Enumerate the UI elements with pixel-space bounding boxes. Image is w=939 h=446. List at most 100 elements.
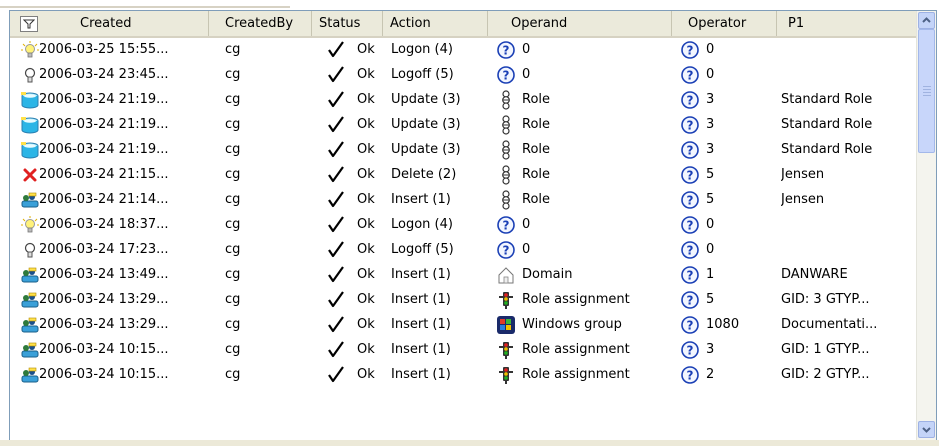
table-row[interactable]: 2006-03-24 10:15... cg Ok Insert (1) Role as… <box>10 363 916 387</box>
top-strip <box>0 0 939 10</box>
table-row[interactable]: 2006-03-24 13:29... cg Ok Insert (1) Role as… <box>10 288 916 312</box>
filter-button[interactable] <box>20 16 38 32</box>
table-row[interactable]: 2006-03-24 13:49... cg Ok Insert (1) Domain?… <box>10 263 916 287</box>
created-cell: 2006-03-24 21:19... <box>39 117 169 132</box>
bottom-border <box>0 440 939 446</box>
createdby-cell: cg <box>225 42 241 57</box>
question-icon: ? <box>680 265 700 285</box>
question-icon: ? <box>496 215 516 235</box>
check-icon <box>326 65 346 85</box>
svg-text:?: ? <box>687 269 694 283</box>
role-icon <box>496 190 516 210</box>
column-created-label: Created <box>80 16 132 31</box>
operand-cell: Windows group <box>522 317 622 332</box>
p1-cell: GID: 3 GTYP... <box>781 292 870 307</box>
check-icon <box>326 365 346 385</box>
created-cell: 2006-03-24 17:23... <box>39 242 169 257</box>
column-action-label: Action <box>390 16 431 31</box>
svg-text:?: ? <box>687 294 694 308</box>
operand-cell: Role <box>522 92 551 107</box>
bulb-lit-icon <box>20 215 40 235</box>
status-cell: Ok <box>357 117 375 132</box>
table-row[interactable]: 2006-03-24 21:15... cg Ok Delete (2) Role? 5 J… <box>10 163 916 187</box>
column-created[interactable]: Created <box>10 11 209 36</box>
column-p1[interactable]: P1 <box>777 11 916 36</box>
vertical-scrollbar[interactable] <box>916 11 936 441</box>
scroll-down-button[interactable] <box>918 421 935 438</box>
bulb-off-icon <box>20 240 40 260</box>
check-icon <box>326 115 346 135</box>
column-action[interactable]: Action <box>383 11 488 36</box>
column-createdby[interactable]: CreatedBy <box>209 11 312 36</box>
svg-text:?: ? <box>503 44 510 58</box>
column-status[interactable]: Status <box>312 11 383 36</box>
operand-cell: 0 <box>522 67 531 82</box>
scroll-thumb[interactable] <box>918 29 935 153</box>
svg-text:?: ? <box>687 194 694 208</box>
table-row[interactable]: 2006-03-24 10:15... cg Ok Insert (1) Role as… <box>10 338 916 362</box>
createdby-cell: cg <box>225 267 241 282</box>
status-cell: Ok <box>357 367 375 382</box>
operand-cell: Role assignment <box>522 367 630 382</box>
created-cell: 2006-03-24 18:37... <box>39 217 169 232</box>
p1-cell: Standard Role <box>781 117 873 132</box>
question-icon: ? <box>680 65 700 85</box>
operand-cell: Role assignment <box>522 292 630 307</box>
table-row[interactable]: 2006-03-24 21:19... cg Ok Update (3) Role? 3 S… <box>10 138 916 162</box>
p1-cell <box>781 38 914 62</box>
question-icon: ? <box>680 365 700 385</box>
table-row[interactable]: 2006-03-24 21:19... cg Ok Update (3) Role? 3 S… <box>10 113 916 137</box>
table-row[interactable]: 2006-03-24 17:23... cg Ok Logoff (5)? 0? 0 <box>10 238 916 262</box>
operator-cell: 0 <box>706 217 715 232</box>
createdby-cell: cg <box>225 292 241 307</box>
createdby-cell: cg <box>225 117 241 132</box>
createdby-cell: cg <box>225 217 241 232</box>
scroll-up-button[interactable] <box>918 12 935 29</box>
svg-text:?: ? <box>687 94 694 108</box>
operator-cell: 1080 <box>706 317 740 332</box>
role-assignment-icon <box>496 340 516 360</box>
check-icon <box>326 215 346 235</box>
column-operator[interactable]: Operator <box>672 11 777 36</box>
column-operand[interactable]: Operand <box>488 11 672 36</box>
role-icon <box>496 115 516 135</box>
role-icon <box>496 165 516 185</box>
table-row[interactable]: 2006-03-24 18:37... cg Ok Logon (4)? 0? 0 <box>10 213 916 237</box>
operator-cell: 5 <box>706 292 715 307</box>
createdby-cell: cg <box>225 92 241 107</box>
action-cell: Logon (4) <box>391 217 453 232</box>
status-cell: Ok <box>357 42 375 57</box>
operator-cell: 5 <box>706 192 715 207</box>
table-row[interactable]: 2006-03-24 23:45... cg Ok Logoff (5)? 0? 0 <box>10 63 916 87</box>
operand-cell: 0 <box>522 217 531 232</box>
p1-cell: Documentati... <box>781 317 878 332</box>
action-cell: Insert (1) <box>391 292 451 307</box>
operator-cell: 0 <box>706 42 715 57</box>
p1-cell <box>781 238 914 262</box>
table-row[interactable]: 2006-03-25 15:55... cg Ok Logon (4)? 0? 0 <box>10 38 916 62</box>
check-icon <box>326 265 346 285</box>
status-cell: Ok <box>357 242 375 257</box>
check-icon <box>326 290 346 310</box>
svg-text:?: ? <box>687 369 694 383</box>
p1-cell: Standard Role <box>781 92 873 107</box>
status-cell: Ok <box>357 292 375 307</box>
status-cell: Ok <box>357 167 375 182</box>
table-row[interactable]: 2006-03-24 13:29... cg Ok Insert (1) Windows… <box>10 313 916 337</box>
table-row[interactable]: 2006-03-24 21:14... cg Ok Insert (1) Role? 5 J… <box>10 188 916 212</box>
role-assignment-icon <box>496 365 516 385</box>
grid-rows: 2006-03-25 15:55... cg Ok Logon (4)? 0? 0 2006… <box>10 38 916 441</box>
column-operand-label: Operand <box>511 16 568 31</box>
table-row[interactable]: 2006-03-24 21:19... cg Ok Update (3) Role? 3 S… <box>10 88 916 112</box>
delete-icon <box>20 165 40 185</box>
audit-log-grid: Created CreatedBy Status Action Operand … <box>9 10 937 442</box>
status-cell: Ok <box>357 342 375 357</box>
created-cell: 2006-03-24 10:15... <box>39 367 169 382</box>
created-cell: 2006-03-24 21:19... <box>39 92 169 107</box>
insert-icon <box>20 340 40 360</box>
update-icon <box>20 90 40 110</box>
question-icon: ? <box>496 65 516 85</box>
svg-text:?: ? <box>687 144 694 158</box>
question-icon: ? <box>680 165 700 185</box>
status-cell: Ok <box>357 217 375 232</box>
